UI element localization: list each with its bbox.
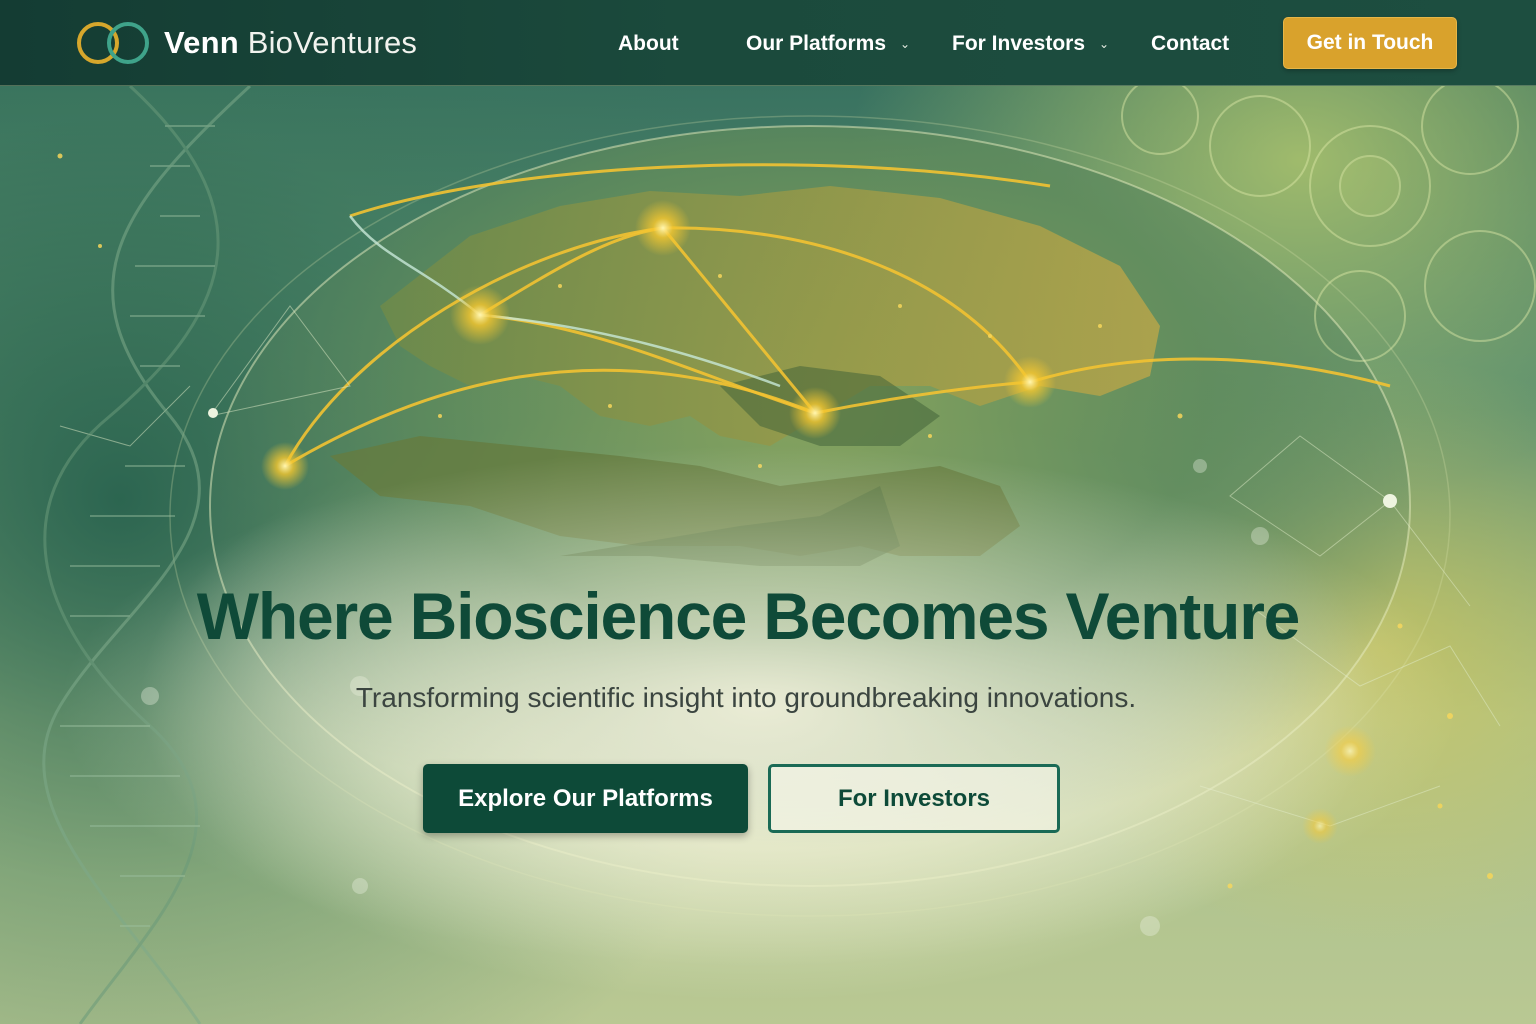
nav-item-label: For Investors — [952, 32, 1086, 55]
nav-item-our-platforms[interactable]: Our Platforms ⌄ — [746, 30, 910, 58]
hero-headline: Where Bioscience Becomes Venture — [196, 579, 1301, 653]
brand-name: Venn BioVentures — [164, 25, 417, 61]
nav-item-for-investors[interactable]: For Investors ⌄ — [952, 30, 1109, 58]
venn-rings-icon — [77, 22, 149, 64]
nav-item-label: Contact — [1151, 32, 1230, 55]
for-investors-button[interactable]: For Investors — [768, 764, 1060, 833]
nav-item-label: About — [618, 32, 679, 55]
chevron-down-icon: ⌄ — [900, 37, 911, 51]
nav-item-about[interactable]: About — [618, 30, 679, 58]
get-in-touch-button[interactable]: Get in Touch — [1283, 17, 1457, 69]
top-navigation: Venn BioVentures About Our Platforms ⌄ F… — [0, 0, 1536, 86]
brand-logo[interactable]: Venn BioVentures — [74, 20, 417, 66]
hero-subheadline: Transforming scientific insight into gro… — [355, 682, 1137, 713]
brand-name-bold: Venn — [164, 25, 239, 60]
nav-item-label: Our Platforms — [746, 32, 887, 55]
explore-platforms-button[interactable]: Explore Our Platforms — [423, 764, 748, 833]
nav-item-contact[interactable]: Contact — [1151, 30, 1229, 58]
brand-name-light: BioVentures — [247, 25, 418, 60]
hero-illustration — [42, 86, 1536, 1024]
chevron-down-icon: ⌄ — [1099, 37, 1110, 51]
